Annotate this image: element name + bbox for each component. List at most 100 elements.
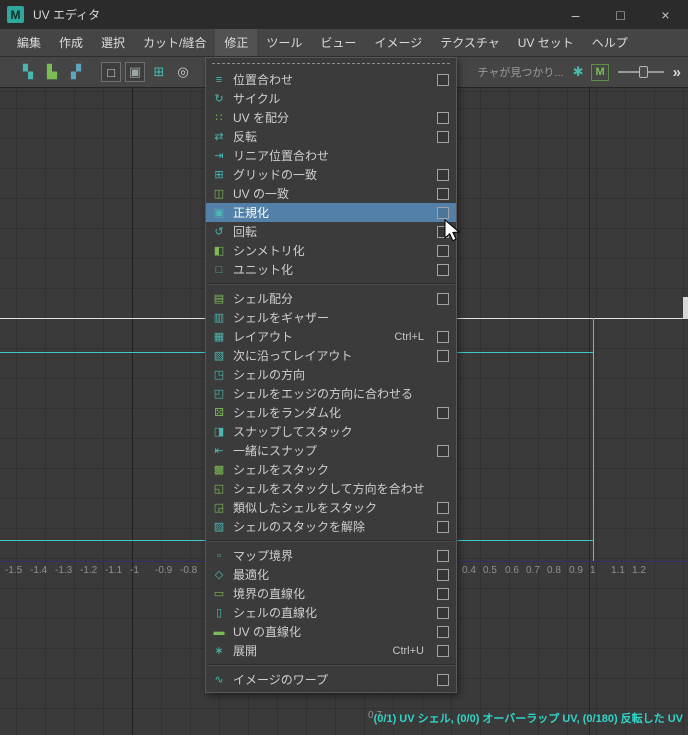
option-box-layout[interactable] bbox=[437, 330, 449, 343]
menu-item-flip[interactable]: ⇄ 反転 bbox=[206, 127, 456, 146]
menu-item-distribute-shells[interactable]: ▤ シェル配分 bbox=[206, 289, 456, 308]
option-box-optimize[interactable] bbox=[437, 568, 449, 581]
uv-distortion-icon[interactable]: ▞ bbox=[66, 62, 86, 82]
option-box-match-grid[interactable] bbox=[437, 168, 449, 181]
option-box-warp-image[interactable] bbox=[437, 673, 449, 686]
menu-item-straighten-border[interactable]: ▭ 境界の直線化 bbox=[206, 584, 456, 603]
menubar-item-create[interactable]: 作成 bbox=[50, 29, 92, 56]
option-box-map-border[interactable] bbox=[437, 549, 449, 562]
texture-checker-icon[interactable]: ✱ bbox=[573, 64, 584, 80]
menu-item-match-grid[interactable]: ⊞ グリッドの一致 bbox=[206, 165, 456, 184]
grid-toggle-icon[interactable]: ⊞ bbox=[149, 62, 169, 82]
option-box-straighten-shell[interactable] bbox=[437, 606, 449, 619]
option-box-align[interactable] bbox=[437, 73, 449, 86]
option-box-flip[interactable] bbox=[437, 130, 449, 143]
menubar-item-modify[interactable]: 修正 bbox=[215, 29, 258, 56]
menubar-item-tools[interactable]: ツール bbox=[257, 29, 311, 56]
menubar-item-cut-sew[interactable]: カット/縫合 bbox=[134, 29, 215, 56]
menubar-item-uv-set[interactable]: UV セット bbox=[509, 29, 583, 56]
maximize-button[interactable]: □ bbox=[598, 0, 643, 29]
option-box-distribute-shells[interactable] bbox=[437, 292, 449, 305]
menu-item-stack-shells[interactable]: ▩ シェルをスタック bbox=[206, 460, 456, 479]
option-box-distribute-uvs[interactable] bbox=[437, 111, 449, 124]
option-box-unfold[interactable] bbox=[437, 644, 449, 657]
menu-item-normalize[interactable]: ▣ 正規化 bbox=[206, 203, 456, 222]
x-axis-label: 0.9 bbox=[569, 565, 583, 576]
menu-item-layout[interactable]: ▦ レイアウト Ctrl+L bbox=[206, 327, 456, 346]
menu-item-gather-shells[interactable]: ▥ シェルをギャザー bbox=[206, 308, 456, 327]
menu-item-unstack-shells[interactable]: ▨ シェルのスタックを解除 bbox=[206, 517, 456, 536]
menu-item-straighten-shell[interactable]: ▯ シェルの直線化 bbox=[206, 603, 456, 622]
menu-item-label: 展開 bbox=[233, 644, 258, 658]
menubar-item-texture[interactable]: テクスチャ bbox=[431, 29, 509, 56]
menu-item-straighten-uvs[interactable]: ▬ UV の直線化 bbox=[206, 622, 456, 641]
menubar: 編集 作成 選択 カット/縫合 修正 ツール ビュー イメージ テクスチャ UV セット ヘルプ bbox=[0, 29, 688, 57]
layout-icon: ▦ bbox=[213, 331, 225, 343]
menu-item-snap-together[interactable]: ⇤ 一緒にスナップ bbox=[206, 441, 456, 460]
map-border-icon: ▫ bbox=[217, 549, 221, 562]
slider-handle[interactable] bbox=[639, 66, 649, 78]
menu-item-label: 最適化 bbox=[233, 568, 270, 582]
window-edge-handle[interactable] bbox=[683, 297, 688, 319]
menubar-item-view[interactable]: ビュー bbox=[311, 29, 365, 56]
option-box-unstack-shells[interactable] bbox=[437, 520, 449, 533]
menu-item-orient-to-edges[interactable]: ◰ シェルをエッジの方向に合わせる bbox=[206, 384, 456, 403]
menu-item-label: サイクル bbox=[233, 92, 281, 106]
x-axis-label: 1.2 bbox=[632, 565, 646, 576]
menubar-item-help[interactable]: ヘルプ bbox=[583, 29, 637, 56]
menu-item-snap-and-stack[interactable]: ◨ スナップしてスタック bbox=[206, 422, 456, 441]
menu-item-stack-similar[interactable]: ◲ 類似したシェルをスタック bbox=[206, 498, 456, 517]
menu-item-orient-shells[interactable]: ◳ シェルの方向 bbox=[206, 365, 456, 384]
option-box-normalize[interactable] bbox=[437, 206, 449, 219]
menu-item-unitize[interactable]: □ ユニット化 bbox=[206, 260, 456, 279]
option-box-stack-similar[interactable] bbox=[437, 501, 449, 514]
orient-shells-icon: ◳ bbox=[213, 369, 225, 381]
option-box-randomize-shells[interactable] bbox=[437, 406, 449, 419]
option-box-straighten-border[interactable] bbox=[437, 587, 449, 600]
menu-item-label: UV の直線化 bbox=[233, 625, 302, 639]
menu-item-symmetrize[interactable]: ◧ シンメトリ化 bbox=[206, 241, 456, 260]
menu-item-distribute-uvs[interactable]: ∷ UV を配分 bbox=[206, 108, 456, 127]
texture-status-text: チャが見つかり... bbox=[477, 67, 564, 79]
close-button[interactable]: × bbox=[643, 0, 688, 29]
option-box-unitize[interactable] bbox=[437, 263, 449, 276]
toolbar-overflow-icon[interactable]: » bbox=[673, 64, 681, 81]
minimize-button[interactable]: – bbox=[553, 0, 598, 29]
menu-item-rotate[interactable]: ↺ 回転 bbox=[206, 222, 456, 241]
pixel-snap-toggle-icon[interactable]: ◎ bbox=[173, 62, 193, 82]
uv-statistics-readout: (0/1) UV シェル, (0/0) オーバーラップ UV, (0/180) … bbox=[373, 713, 683, 725]
menu-item-cycle[interactable]: ↻ サイクル bbox=[206, 89, 456, 108]
gather-shells-icon: ▥ bbox=[213, 312, 225, 324]
option-box-snap-together[interactable] bbox=[437, 444, 449, 457]
menubar-item-image[interactable]: イメージ bbox=[365, 29, 431, 56]
shaded-uvs-toggle-icon[interactable]: □ bbox=[101, 62, 121, 82]
menu-item-layout-along[interactable]: ▧ 次に沿ってレイアウト bbox=[206, 346, 456, 365]
layout-along-icon: ▧ bbox=[213, 350, 225, 362]
option-box-layout-along[interactable] bbox=[437, 349, 449, 362]
linear-align-icon: ⇥ bbox=[214, 150, 224, 162]
menu-item-warp-image[interactable]: ∿ イメージのワープ bbox=[206, 670, 456, 689]
menu-item-align[interactable]: ≡ 位置合わせ bbox=[206, 70, 456, 89]
option-box-straighten-uvs[interactable] bbox=[437, 625, 449, 638]
material-m-icon[interactable]: M bbox=[591, 63, 609, 81]
titlebar[interactable]: M UV エディタ – □ × bbox=[0, 0, 688, 29]
menu-item-optimize[interactable]: ◇ 最適化 bbox=[206, 565, 456, 584]
toolbar-separator bbox=[90, 72, 97, 73]
menu-item-unfold[interactable]: ∗ 展開 Ctrl+U bbox=[206, 641, 456, 660]
image-dim-slider[interactable] bbox=[617, 64, 664, 80]
menu-item-label: シェルをエッジの方向に合わせる bbox=[233, 387, 414, 401]
menu-tearoff-handle[interactable] bbox=[206, 60, 456, 70]
menubar-item-edit[interactable]: 編集 bbox=[8, 29, 50, 56]
symmetrize-icon: ◧ bbox=[213, 245, 225, 257]
uv-transform-icon[interactable]: ▚ bbox=[18, 62, 38, 82]
menu-item-match-uvs[interactable]: ◫ UV の一致 bbox=[206, 184, 456, 203]
uv-shells-icon[interactable]: ▙ bbox=[42, 62, 62, 82]
menu-item-randomize-shells[interactable]: ⚄ シェルをランダム化 bbox=[206, 403, 456, 422]
menu-item-map-border[interactable]: ▫ マップ境界 bbox=[206, 546, 456, 565]
texture-borders-toggle-icon[interactable]: ▣ bbox=[125, 62, 145, 82]
menubar-item-select[interactable]: 選択 bbox=[92, 29, 134, 56]
menu-item-linear-align[interactable]: ⇥ リニア位置合わせ bbox=[206, 146, 456, 165]
menu-item-stack-and-orient[interactable]: ◱ シェルをスタックして方向を合わせる bbox=[206, 479, 456, 498]
option-box-match-uvs[interactable] bbox=[437, 187, 449, 200]
option-box-symmetrize[interactable] bbox=[437, 244, 449, 257]
